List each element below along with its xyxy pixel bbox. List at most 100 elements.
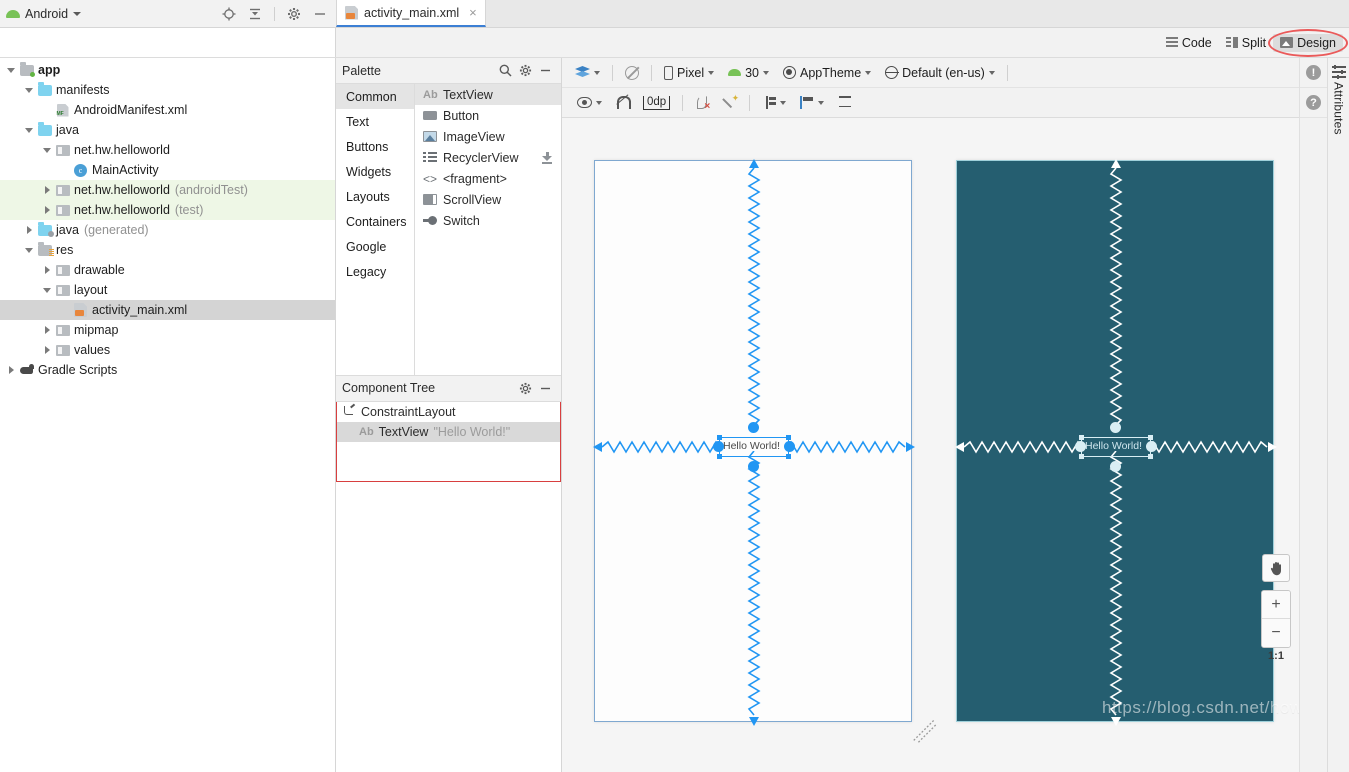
minimize-icon[interactable] bbox=[535, 61, 555, 81]
minimize-icon[interactable] bbox=[310, 4, 330, 24]
palette-category-text[interactable]: Text bbox=[336, 109, 414, 134]
palette-category-legacy[interactable]: Legacy bbox=[336, 259, 414, 284]
project-tree-row[interactable]: c MainActivity bbox=[0, 160, 335, 180]
resize-handle-br[interactable] bbox=[786, 454, 791, 459]
blueprint-preview-surface[interactable]: Hello World! bbox=[955, 159, 1277, 726]
palette-item[interactable]: ScrollView bbox=[415, 189, 561, 210]
project-tree-row[interactable]: values bbox=[0, 340, 335, 360]
constraint-anchor-right[interactable] bbox=[1146, 441, 1157, 452]
search-icon[interactable] bbox=[495, 61, 515, 81]
project-tree-row[interactable]: net.hw.helloworld bbox=[0, 140, 335, 160]
minimize-icon[interactable] bbox=[535, 378, 555, 398]
palette-item[interactable]: <> <fragment> bbox=[415, 168, 561, 189]
tab-design[interactable]: Design bbox=[1273, 33, 1343, 52]
palette-item[interactable]: Switch bbox=[415, 210, 561, 231]
chevron-down-icon[interactable] bbox=[818, 100, 825, 105]
toolbar-item-android-api[interactable]: 30 bbox=[721, 64, 776, 82]
resize-handle-bl[interactable] bbox=[1079, 454, 1084, 459]
help-notification-button[interactable]: ? bbox=[1299, 88, 1328, 118]
download-icon[interactable] bbox=[541, 151, 553, 164]
pan-tool-button[interactable] bbox=[1262, 554, 1290, 582]
toolbar-item-no-blueprint[interactable] bbox=[618, 64, 646, 82]
project-tree-row[interactable]: AndroidManifest.xml bbox=[0, 100, 335, 120]
project-tree-row[interactable]: app bbox=[0, 60, 335, 80]
project-tree-row[interactable]: manifests bbox=[0, 80, 335, 100]
editor-tab-activity-main[interactable]: activity_main.xml × bbox=[336, 0, 486, 27]
project-tree-row[interactable]: layout bbox=[0, 280, 335, 300]
project-tree-row[interactable]: java (generated) bbox=[0, 220, 335, 240]
project-tree-row[interactable]: drawable bbox=[0, 260, 335, 280]
project-tree-row[interactable]: activity_main.xml bbox=[0, 300, 335, 320]
zoom-out-button[interactable]: − bbox=[1262, 619, 1290, 647]
tree-twisty-down[interactable] bbox=[40, 140, 54, 160]
collapse-all-icon[interactable] bbox=[245, 4, 265, 24]
project-tree-row[interactable]: net.hw.helloworld (test) bbox=[0, 200, 335, 220]
tree-twisty-down[interactable] bbox=[22, 120, 36, 140]
toolbar-item-locale-globe[interactable]: Default (en-us) bbox=[878, 64, 1002, 82]
constraint-anchor-left[interactable] bbox=[1075, 441, 1086, 452]
chevron-down-icon[interactable] bbox=[596, 100, 602, 105]
target-icon[interactable] bbox=[219, 4, 239, 24]
toolbar-item-clear-constraints[interactable] bbox=[688, 94, 716, 112]
project-tree-row[interactable]: Gradle Scripts bbox=[0, 360, 335, 380]
selected-textview-blueprint[interactable]: Hello World! bbox=[1075, 422, 1157, 472]
chevron-down-icon[interactable] bbox=[594, 70, 600, 75]
toolbar-item-default-margin[interactable]: 0dp bbox=[636, 94, 677, 112]
gear-icon[interactable] bbox=[515, 378, 535, 398]
constraint-anchor-top[interactable] bbox=[1110, 422, 1121, 433]
tree-twisty-right[interactable] bbox=[22, 220, 36, 240]
palette-item-list[interactable]: Ab TextView Button ImageView RecyclerView <> <… bbox=[415, 84, 561, 375]
tab-split[interactable]: Split bbox=[1219, 34, 1273, 52]
resize-handle-tr[interactable] bbox=[1148, 435, 1153, 440]
palette-category-widgets[interactable]: Widgets bbox=[336, 159, 414, 184]
close-icon[interactable]: × bbox=[469, 5, 477, 20]
tree-twisty-right[interactable] bbox=[40, 200, 54, 220]
palette-item[interactable]: RecyclerView bbox=[415, 147, 561, 168]
toolbar-item-align[interactable] bbox=[793, 94, 831, 111]
palette-category-list[interactable]: Common Text Buttons Widgets Layouts Container… bbox=[336, 84, 415, 375]
constraint-anchor-bottom[interactable] bbox=[1110, 461, 1121, 472]
tree-twisty-right[interactable] bbox=[40, 340, 54, 360]
project-tree-row[interactable]: mipmap bbox=[0, 320, 335, 340]
warning-notification-button[interactable]: ! bbox=[1299, 58, 1328, 88]
chevron-down-icon[interactable] bbox=[780, 100, 787, 105]
toolbar-item-baseline-align[interactable] bbox=[831, 94, 859, 111]
tab-code[interactable]: Code bbox=[1159, 34, 1219, 52]
palette-category-buttons[interactable]: Buttons bbox=[336, 134, 414, 159]
chevron-down-icon[interactable] bbox=[865, 70, 872, 75]
chevron-down-icon[interactable] bbox=[708, 70, 715, 75]
tree-twisty-down[interactable] bbox=[40, 280, 54, 300]
resize-handle-bl[interactable] bbox=[717, 454, 722, 459]
toolbar-item-phone-device[interactable]: Pixel bbox=[657, 64, 721, 82]
palette-category-layouts[interactable]: Layouts bbox=[336, 184, 414, 209]
settings-gear-icon[interactable] bbox=[284, 4, 304, 24]
toolbar-item-view-options-eye[interactable] bbox=[570, 95, 609, 110]
chevron-down-icon[interactable] bbox=[988, 70, 995, 75]
component-tree-row[interactable]: ConstraintLayout bbox=[337, 402, 560, 422]
component-tree-row[interactable]: Ab TextView "Hello World!" bbox=[337, 421, 560, 442]
resize-handle-tl[interactable] bbox=[1079, 435, 1084, 440]
component-tree-list[interactable]: ConstraintLayout Ab TextView "Hello World!" bbox=[336, 401, 561, 482]
project-tree-panel[interactable]: app manifests AndroidManifest.xml java net.h… bbox=[0, 58, 336, 772]
palette-item[interactable]: Ab TextView bbox=[415, 84, 561, 105]
project-view-selector[interactable]: Android bbox=[6, 7, 82, 21]
tab-attributes[interactable]: Attributes bbox=[1332, 82, 1346, 135]
tree-twisty-down[interactable] bbox=[22, 240, 36, 260]
tree-twisty-right[interactable] bbox=[40, 320, 54, 340]
tree-twisty-down[interactable] bbox=[22, 80, 36, 100]
toolbar-item-design-surface-layers[interactable] bbox=[568, 64, 607, 81]
project-tree-row[interactable]: net.hw.helloworld (androidTest) bbox=[0, 180, 335, 200]
constraint-anchor-left[interactable] bbox=[713, 441, 724, 452]
palette-category-common[interactable]: Common bbox=[336, 84, 414, 109]
constraint-anchor-top[interactable] bbox=[748, 422, 759, 433]
tree-twisty-right[interactable] bbox=[40, 180, 54, 200]
resize-handle-br[interactable] bbox=[1148, 454, 1153, 459]
toolbar-item-infer-constraints[interactable] bbox=[716, 93, 744, 111]
palette-item[interactable]: ImageView bbox=[415, 126, 561, 147]
selected-textview-device[interactable]: Hello World! bbox=[713, 422, 795, 472]
tree-twisty-right[interactable] bbox=[4, 360, 18, 380]
chevron-down-icon[interactable] bbox=[763, 70, 769, 75]
resize-handle-tl[interactable] bbox=[717, 435, 722, 440]
palette-category-containers[interactable]: Containers bbox=[336, 209, 414, 234]
resize-handle-tr[interactable] bbox=[786, 435, 791, 440]
